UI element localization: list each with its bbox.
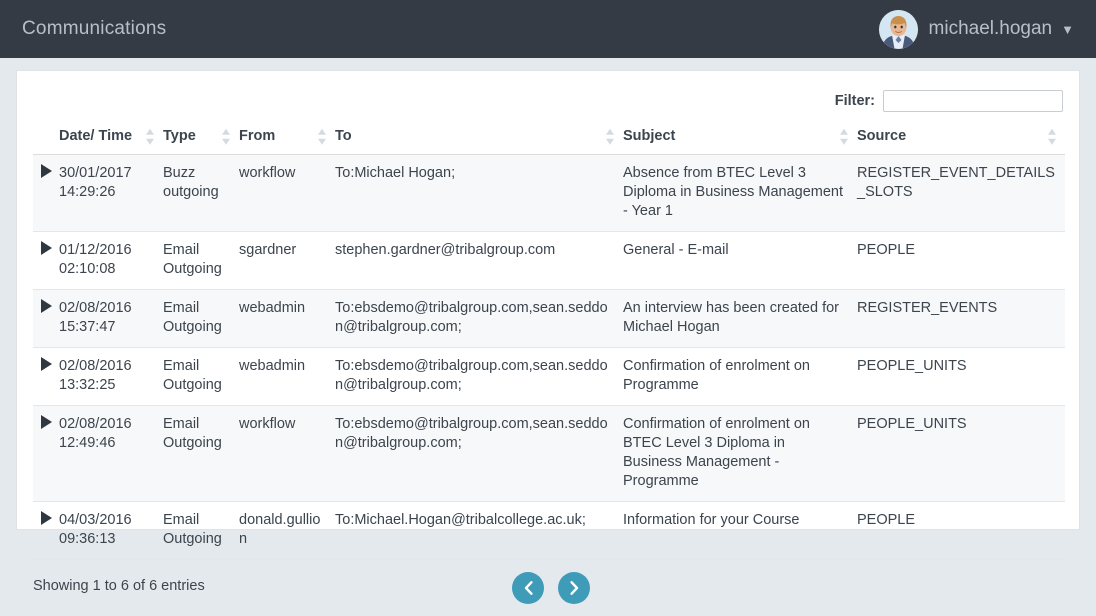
cell-to: To:ebsdemo@tribalgroup.com,sean.seddon@t…: [335, 405, 623, 502]
expand-triangle-icon: [41, 299, 52, 313]
expand-triangle-icon: [41, 511, 52, 525]
table-row[interactable]: 01/12/2016 02:10:08 Email Outgoing sgardne…: [33, 231, 1065, 290]
cell-source: PEOPLE_UNITS: [857, 405, 1065, 502]
column-label-source: Source: [857, 128, 907, 144]
cell-to: To:Michael Hogan;: [335, 154, 623, 232]
cell-from: sgardner: [239, 231, 335, 290]
entries-summary: Showing 1 to 6 of 6 entries: [33, 578, 205, 594]
table-row[interactable]: 30/01/2017 14:29:26 Buzz outgoing workflow…: [33, 154, 1065, 232]
user-name-label: michael.hogan: [928, 18, 1053, 39]
cell-source: REGISTER_EVENT_DETAILS_SLOTS: [857, 154, 1065, 232]
cell-to: To:ebsdemo@tribalgroup.com,sean.seddon@t…: [335, 289, 623, 348]
column-header-expand: [33, 122, 59, 155]
cell-from: webadmin: [239, 347, 335, 406]
expand-triangle-icon: [41, 164, 52, 178]
cell-to: To:ebsdemo@tribalgroup.com,sean.seddon@t…: [335, 347, 623, 406]
communications-table: Date/ Time Type From To Subject Source 3…: [33, 122, 1065, 560]
sort-icon-subject[interactable]: [840, 128, 849, 145]
expand-triangle-icon: [41, 415, 52, 429]
cell-from: webadmin: [239, 289, 335, 348]
column-label-type: Type: [163, 128, 196, 144]
cell-type: Email Outgoing: [163, 231, 239, 290]
column-label-date: Date/ Time: [59, 128, 133, 144]
cell-from: workflow: [239, 154, 335, 232]
column-label-to: To: [335, 128, 352, 144]
table-row[interactable]: 02/08/2016 13:32:25 Email Outgoing webadmi…: [33, 347, 1065, 406]
cell-from: workflow: [239, 405, 335, 502]
user-menu[interactable]: michael.hogan ▼: [878, 9, 1096, 49]
column-header-date[interactable]: Date/ Time: [59, 122, 163, 155]
cell-subject: Confirmation of enrolment on BTEC Level …: [623, 405, 857, 502]
row-expand-button[interactable]: [33, 405, 59, 502]
row-expand-button[interactable]: [33, 154, 59, 232]
cell-subject: Confirmation of enrolment on Programme: [623, 347, 857, 406]
row-expand-button[interactable]: [33, 289, 59, 348]
filter-label: Filter:: [834, 93, 875, 109]
column-header-to[interactable]: To: [335, 122, 623, 155]
cell-date: 02/08/2016 12:49:46: [59, 405, 163, 502]
cell-date: 02/08/2016 13:32:25: [59, 347, 163, 406]
cell-source: REGISTER_EVENTS: [857, 289, 1065, 348]
table-header: Date/ Time Type From To Subject Source: [33, 122, 1065, 155]
table-header-row: Date/ Time Type From To Subject Source: [33, 122, 1065, 155]
column-label-from: From: [239, 128, 276, 144]
cell-type: Email Outgoing: [163, 289, 239, 348]
cell-type: Email Outgoing: [163, 405, 239, 502]
sort-icon-date[interactable]: [146, 128, 155, 145]
column-header-from[interactable]: From: [239, 122, 335, 155]
sort-icon-type[interactable]: [222, 128, 231, 145]
cell-source: PEOPLE_UNITS: [857, 347, 1065, 406]
cell-subject: An interview has been created for Michae…: [623, 289, 857, 348]
page-title: Communications: [22, 18, 167, 39]
table-row[interactable]: 02/08/2016 15:37:47 Email Outgoing webadmi…: [33, 289, 1065, 348]
previous-page-button[interactable]: [512, 572, 544, 604]
table-footer: Showing 1 to 6 of 6 entries: [17, 560, 1079, 616]
table-body: 30/01/2017 14:29:26 Buzz outgoing workflow…: [33, 154, 1065, 560]
avatar: [878, 9, 918, 49]
chevron-down-icon[interactable]: ▼: [1061, 23, 1074, 36]
filter-input[interactable]: [883, 90, 1063, 112]
column-label-subject: Subject: [623, 128, 676, 144]
cell-date: 30/01/2017 14:29:26: [59, 154, 163, 232]
sort-icon-from[interactable]: [318, 128, 327, 145]
pagination: [512, 572, 590, 604]
expand-triangle-icon: [41, 241, 52, 255]
column-header-source[interactable]: Source: [857, 122, 1065, 155]
next-page-button[interactable]: [558, 572, 590, 604]
cell-type: Buzz outgoing: [163, 154, 239, 232]
cell-date: 02/08/2016 15:37:47: [59, 289, 163, 348]
cell-source: PEOPLE: [857, 231, 1065, 290]
cell-subject: General - E-mail: [623, 231, 857, 290]
filter-row: Filter:: [17, 71, 1079, 112]
table-row[interactable]: 02/08/2016 12:49:46 Email Outgoing workflo…: [33, 405, 1065, 502]
communications-table-wrapper: Date/ Time Type From To Subject Source 3…: [17, 122, 1079, 560]
column-header-type[interactable]: Type: [163, 122, 239, 155]
sort-icon-to[interactable]: [606, 128, 615, 145]
column-header-subject[interactable]: Subject: [623, 122, 857, 155]
sort-icon-source[interactable]: [1048, 128, 1057, 145]
row-expand-button[interactable]: [33, 231, 59, 290]
cell-type: Email Outgoing: [163, 347, 239, 406]
cell-date: 01/12/2016 02:10:08: [59, 231, 163, 290]
cell-to: stephen.gardner@tribalgroup.com: [335, 231, 623, 290]
row-expand-button[interactable]: [33, 347, 59, 406]
expand-triangle-icon: [41, 357, 52, 371]
cell-subject: Absence from BTEC Level 3 Diploma in Bus…: [623, 154, 857, 232]
communications-panel: Filter: Date/ Time Type From To Subject …: [16, 70, 1080, 604]
app-header: Communications michael.hogan ▼: [0, 0, 1096, 58]
